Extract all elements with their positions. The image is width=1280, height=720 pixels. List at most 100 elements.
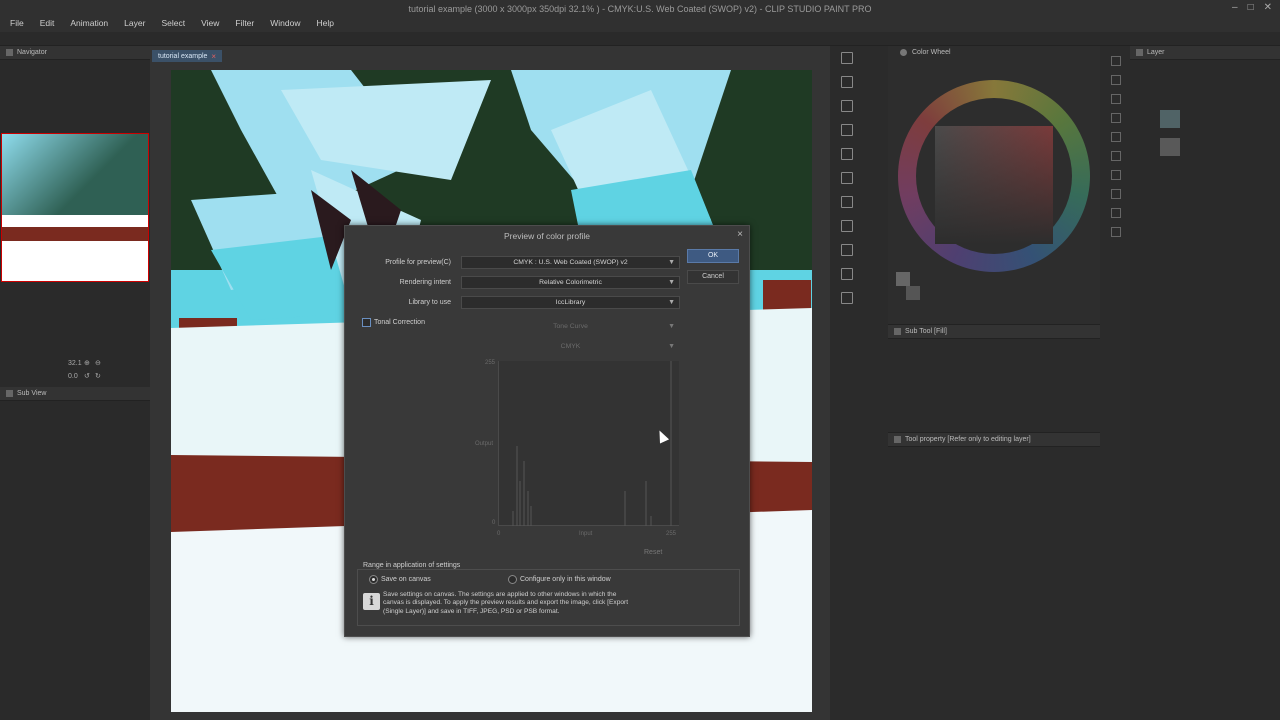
gradient-icon[interactable]	[1111, 170, 1121, 180]
graph-y-label: Output	[475, 441, 494, 447]
panel-icon-strip	[836, 46, 858, 316]
intent-select[interactable]: Relative Colorimetric ▼	[461, 276, 680, 289]
export-icon[interactable]	[841, 220, 853, 232]
rotation-value[interactable]: 0.0	[68, 373, 78, 380]
eraser-icon[interactable]	[1111, 132, 1121, 142]
history-icon[interactable]	[841, 148, 853, 160]
search-layer-icon[interactable]	[841, 172, 853, 184]
close-panel-icon-2[interactable]	[841, 100, 853, 112]
close-icon[interactable]: ✕	[1264, 2, 1272, 13]
menu-window[interactable]: Window	[270, 18, 300, 32]
rotate-left-icon[interactable]: ↺	[84, 372, 90, 380]
graph-x-label: Input	[579, 531, 593, 537]
tonal-correction-checkbox[interactable]	[362, 318, 371, 327]
sub-color-swatch[interactable]	[906, 286, 920, 300]
tool-property-tab[interactable]: Tool property [Refer only to editing lay…	[888, 433, 1100, 447]
reset-button[interactable]: Reset	[644, 549, 662, 556]
profile-label: Profile for preview(C)	[385, 259, 451, 266]
menu-view[interactable]: View	[201, 18, 219, 32]
menu-bar: File Edit Animation Layer Select View Fi…	[0, 18, 1280, 32]
tablet-icon[interactable]	[841, 244, 853, 256]
graph-y-min: 0	[492, 520, 496, 526]
left-panel: Navigator 32.1 ⊕ ⊖ 0.0 ↺ ↻ Sub View	[0, 46, 150, 720]
sub-tool-icon	[894, 328, 901, 335]
magnifier-icon[interactable]	[1111, 56, 1121, 66]
command-bar	[0, 32, 1280, 46]
menu-animation[interactable]: Animation	[70, 18, 108, 32]
pen-icon[interactable]	[1111, 94, 1121, 104]
maximize-icon[interactable]: □	[1248, 2, 1254, 13]
close-tab-icon[interactable]: ×	[211, 52, 216, 61]
menu-file[interactable]: File	[10, 18, 24, 32]
layer-property-icon[interactable]	[841, 76, 853, 88]
window-title: tutorial example (3000 x 3000px 350dpi 3…	[408, 4, 872, 14]
chevron-down-icon: ▼	[668, 343, 675, 350]
save-on-canvas-label: Save on canvas	[381, 576, 431, 583]
layer-tab[interactable]: Layer	[1130, 46, 1280, 60]
navigator-icon	[6, 49, 13, 56]
subview-icon	[6, 390, 13, 397]
fill-icon[interactable]	[1111, 151, 1121, 161]
figure-icon[interactable]	[1111, 189, 1121, 199]
color-wheel-panel: Color Wheel	[888, 46, 1100, 324]
close-panel-icon[interactable]	[841, 52, 853, 64]
menu-select[interactable]: Select	[161, 18, 185, 32]
tone-curve-select[interactable]: Tone Curve ▼	[461, 320, 680, 333]
material-icon[interactable]	[841, 124, 853, 136]
save-on-canvas-radio[interactable]	[369, 575, 378, 584]
canvas-tab[interactable]: tutorial example ×	[152, 50, 223, 62]
balloon-icon[interactable]	[1111, 227, 1121, 237]
animation-icon[interactable]	[841, 196, 853, 208]
layer-thumbnail[interactable]	[1160, 110, 1180, 128]
chevron-down-icon: ▼	[668, 323, 675, 330]
channel-select[interactable]: CMYK ▼	[461, 340, 680, 353]
main-color-swatch[interactable]	[896, 272, 910, 286]
menu-edit[interactable]: Edit	[40, 18, 55, 32]
paper-thumbnail[interactable]	[1160, 138, 1180, 156]
info-icon: i	[363, 593, 380, 610]
move-icon[interactable]	[1111, 75, 1121, 85]
settings-icon[interactable]	[841, 292, 853, 304]
zoom-out-icon[interactable]: ⊖	[95, 359, 101, 367]
text-icon[interactable]	[1111, 208, 1121, 218]
saturation-value-square[interactable]	[935, 126, 1053, 244]
graph-y-max: 255	[485, 360, 496, 366]
cancel-button[interactable]: Cancel	[687, 270, 739, 284]
title-bar: tutorial example (3000 x 3000px 350dpi 3…	[0, 0, 1280, 18]
configure-window-radio[interactable]	[508, 575, 517, 584]
menu-layer[interactable]: Layer	[124, 18, 145, 32]
brush-icon[interactable]	[1111, 113, 1121, 123]
minimize-icon[interactable]: –	[1232, 2, 1238, 13]
intent-label: Rendering intent	[399, 279, 451, 286]
menu-filter[interactable]: Filter	[235, 18, 254, 32]
library-label: Library to use	[408, 299, 451, 306]
rotate-right-icon[interactable]: ↻	[95, 372, 101, 380]
menu-help[interactable]: Help	[316, 18, 333, 32]
tool-property-panel: Tool property [Refer only to editing lay…	[888, 432, 1100, 720]
dialog-title: Preview of color profile	[504, 231, 590, 241]
color-wheel-tab[interactable]: Color Wheel	[900, 49, 951, 56]
navigator-tab[interactable]: Navigator	[0, 46, 150, 60]
ok-button[interactable]: OK	[687, 249, 739, 263]
dialog-close-icon[interactable]: ×	[737, 229, 743, 240]
layer-icon	[1136, 49, 1143, 56]
item-bank-icon[interactable]	[841, 268, 853, 280]
graph-x-max: 255	[666, 531, 677, 537]
sub-tool-tab[interactable]: Sub Tool [Fill]	[888, 325, 1100, 339]
zoom-in-icon[interactable]: ⊕	[84, 359, 90, 367]
tonal-correction-label: Tonal Correction	[374, 319, 425, 326]
configure-window-label: Configure only in this window	[520, 576, 611, 583]
library-select[interactable]: IccLibrary ▼	[461, 296, 680, 309]
navigator-preview[interactable]	[1, 133, 149, 282]
layer-panel: Layer	[1130, 46, 1280, 720]
zoom-value[interactable]: 32.1	[68, 360, 82, 367]
color-wheel-icon	[900, 49, 907, 56]
wrench-icon	[894, 436, 901, 443]
tone-curve-graph[interactable]	[498, 361, 679, 526]
window-controls: – □ ✕	[1232, 2, 1272, 13]
histogram	[512, 361, 672, 526]
chevron-down-icon: ▼	[668, 279, 675, 286]
navigator-controls: 32.1 ⊕ ⊖ 0.0 ↺ ↻	[0, 358, 150, 386]
profile-select[interactable]: CMYK : U.S. Web Coated (SWOP) v2 ▼	[461, 256, 680, 269]
subview-tab[interactable]: Sub View	[0, 387, 150, 401]
